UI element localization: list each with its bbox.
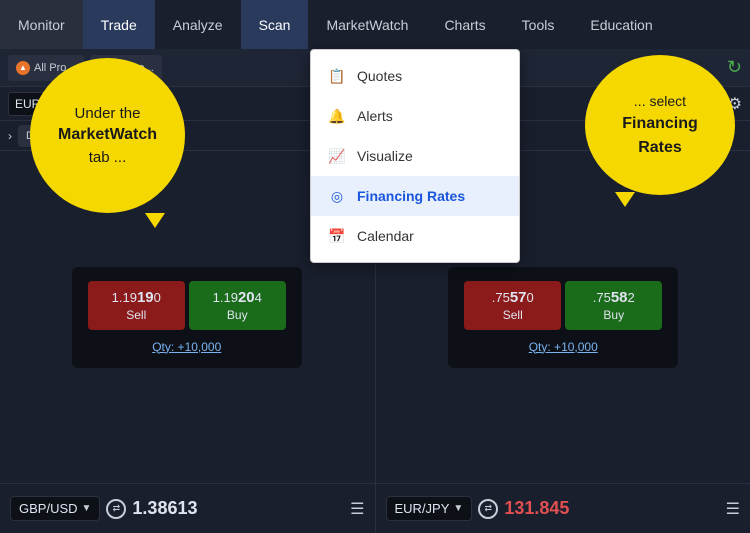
eurjpy-pair-select[interactable]: EUR/JPY ▼ — [386, 496, 473, 521]
calendar-label: Calendar — [357, 228, 414, 244]
products-icon: ▲ — [16, 61, 30, 75]
dropdown-financing[interactable]: ◎ Financing Rates — [311, 176, 519, 216]
gbpusd-pair-text: GBP/USD — [19, 501, 78, 516]
nav-marketwatch[interactable]: MarketWatch — [308, 0, 426, 49]
right-trade-card: .75570 Sell .75582 Buy Qty: +10,000 — [448, 267, 678, 368]
left-buy-label: Buy — [195, 308, 280, 322]
bubble-left-text: Under theMarketWatchtab ... — [58, 103, 157, 167]
gbpusd-transfer-icon[interactable]: ⇄ — [106, 499, 126, 519]
bottom-right-panel: EUR/JPY ▼ ⇄ 131.845 ☰ — [376, 484, 750, 533]
right-trade-buttons: .75570 Sell .75582 Buy — [464, 281, 662, 330]
dropdown-visualize[interactable]: 📈 Visualize — [311, 136, 519, 176]
left-buy-button[interactable]: 1.19204 Buy — [189, 281, 286, 330]
right-sell-label: Sell — [470, 308, 555, 322]
financing-icon: ◎ — [327, 186, 347, 206]
bubble-right-bold: Financing Rates — [622, 115, 698, 156]
nav-education[interactable]: Education — [572, 0, 670, 49]
gbpusd-pair-select[interactable]: GBP/USD ▼ — [10, 496, 100, 521]
eurjpy-price: 131.845 — [504, 498, 569, 519]
bottom-bar: GBP/USD ▼ ⇄ 1.38613 ☰ EUR/JPY ▼ ⇄ 131.84… — [0, 483, 750, 533]
right-sell-suffix: 0 — [527, 290, 534, 305]
right-sell-button[interactable]: .75570 Sell — [464, 281, 561, 330]
left-sell-normal: 1.19 — [112, 290, 137, 305]
alerts-label: Alerts — [357, 108, 393, 124]
dropdown-calendar[interactable]: 📅 Calendar — [311, 216, 519, 256]
right-sell-price: .75570 — [470, 289, 555, 306]
right-buy-bold: 58 — [611, 289, 628, 306]
right-qty[interactable]: Qty: +10,000 — [464, 340, 662, 354]
left-buy-normal: 1.19 — [213, 290, 238, 305]
right-buy-normal: .75 — [593, 290, 611, 305]
left-sell-bold: 19 — [137, 289, 154, 306]
left-trade-buttons: 1.19190 Sell 1.19204 Buy — [88, 281, 286, 330]
nav-scan[interactable]: Scan — [241, 0, 309, 49]
right-buy-button[interactable]: .75582 Buy — [565, 281, 662, 330]
right-buy-price: .75582 — [571, 289, 656, 306]
bubble-left: Under theMarketWatchtab ... — [30, 58, 185, 213]
left-buy-price: 1.19204 — [195, 289, 280, 306]
nav-analyze[interactable]: Analyze — [155, 0, 241, 49]
quotes-label: Quotes — [357, 68, 402, 84]
right-buy-label: Buy — [571, 308, 656, 322]
nav-tools[interactable]: Tools — [504, 0, 573, 49]
calendar-icon: 📅 — [327, 226, 347, 246]
marketwatch-dropdown: 📋 Quotes 🔔 Alerts 📈 Visualize ◎ Financin… — [310, 49, 520, 263]
left-sell-price: 1.19190 — [94, 289, 179, 306]
financing-label: Financing Rates — [357, 188, 465, 204]
gbpusd-dropdown-arrow: ▼ — [82, 503, 92, 514]
nav-monitor[interactable]: Monitor — [0, 0, 83, 49]
bubble-left-bold: MarketWatch — [58, 126, 157, 143]
eurjpy-transfer-icon[interactable]: ⇄ — [478, 499, 498, 519]
nav-trade[interactable]: Trade — [83, 0, 155, 49]
left-buy-bold: 20 — [238, 289, 255, 306]
left-sell-label: Sell — [94, 308, 179, 322]
bubble-right: ... selectFinancing Rates — [585, 55, 735, 195]
right-sell-bold: 57 — [510, 289, 527, 306]
gbpusd-price: 1.38613 — [132, 498, 197, 519]
right-buy-suffix: 2 — [628, 290, 635, 305]
dropdown-quotes[interactable]: 📋 Quotes — [311, 56, 519, 96]
right-sell-normal: .75 — [492, 290, 510, 305]
left-qty[interactable]: Qty: +10,000 — [88, 340, 286, 354]
left-sell-suffix: 0 — [154, 290, 161, 305]
visualize-label: Visualize — [357, 148, 413, 164]
quotes-icon: 📋 — [327, 66, 347, 86]
alerts-icon: 🔔 — [327, 106, 347, 126]
bottom-left-panel: GBP/USD ▼ ⇄ 1.38613 ☰ — [0, 484, 375, 533]
bubble-right-text: ... selectFinancing Rates — [603, 91, 717, 160]
bottom-right-list-icon[interactable]: ☰ — [726, 499, 740, 519]
bottom-left-list-icon[interactable]: ☰ — [350, 499, 364, 519]
dropdown-alerts[interactable]: 🔔 Alerts — [311, 96, 519, 136]
chevron-right-icon[interactable]: › — [8, 129, 12, 143]
top-navigation: Monitor Trade Analyze Scan MarketWatch C… — [0, 0, 750, 49]
eurjpy-dropdown-arrow: ▼ — [453, 503, 463, 514]
left-buy-suffix: 4 — [255, 290, 262, 305]
left-trade-card: 1.19190 Sell 1.19204 Buy Qty: +10,000 — [72, 267, 302, 368]
refresh-icon[interactable]: ↻ — [727, 57, 742, 78]
nav-charts[interactable]: Charts — [426, 0, 503, 49]
left-sell-button[interactable]: 1.19190 Sell — [88, 281, 185, 330]
eurjpy-pair-text: EUR/JPY — [395, 501, 450, 516]
visualize-icon: 📈 — [327, 146, 347, 166]
